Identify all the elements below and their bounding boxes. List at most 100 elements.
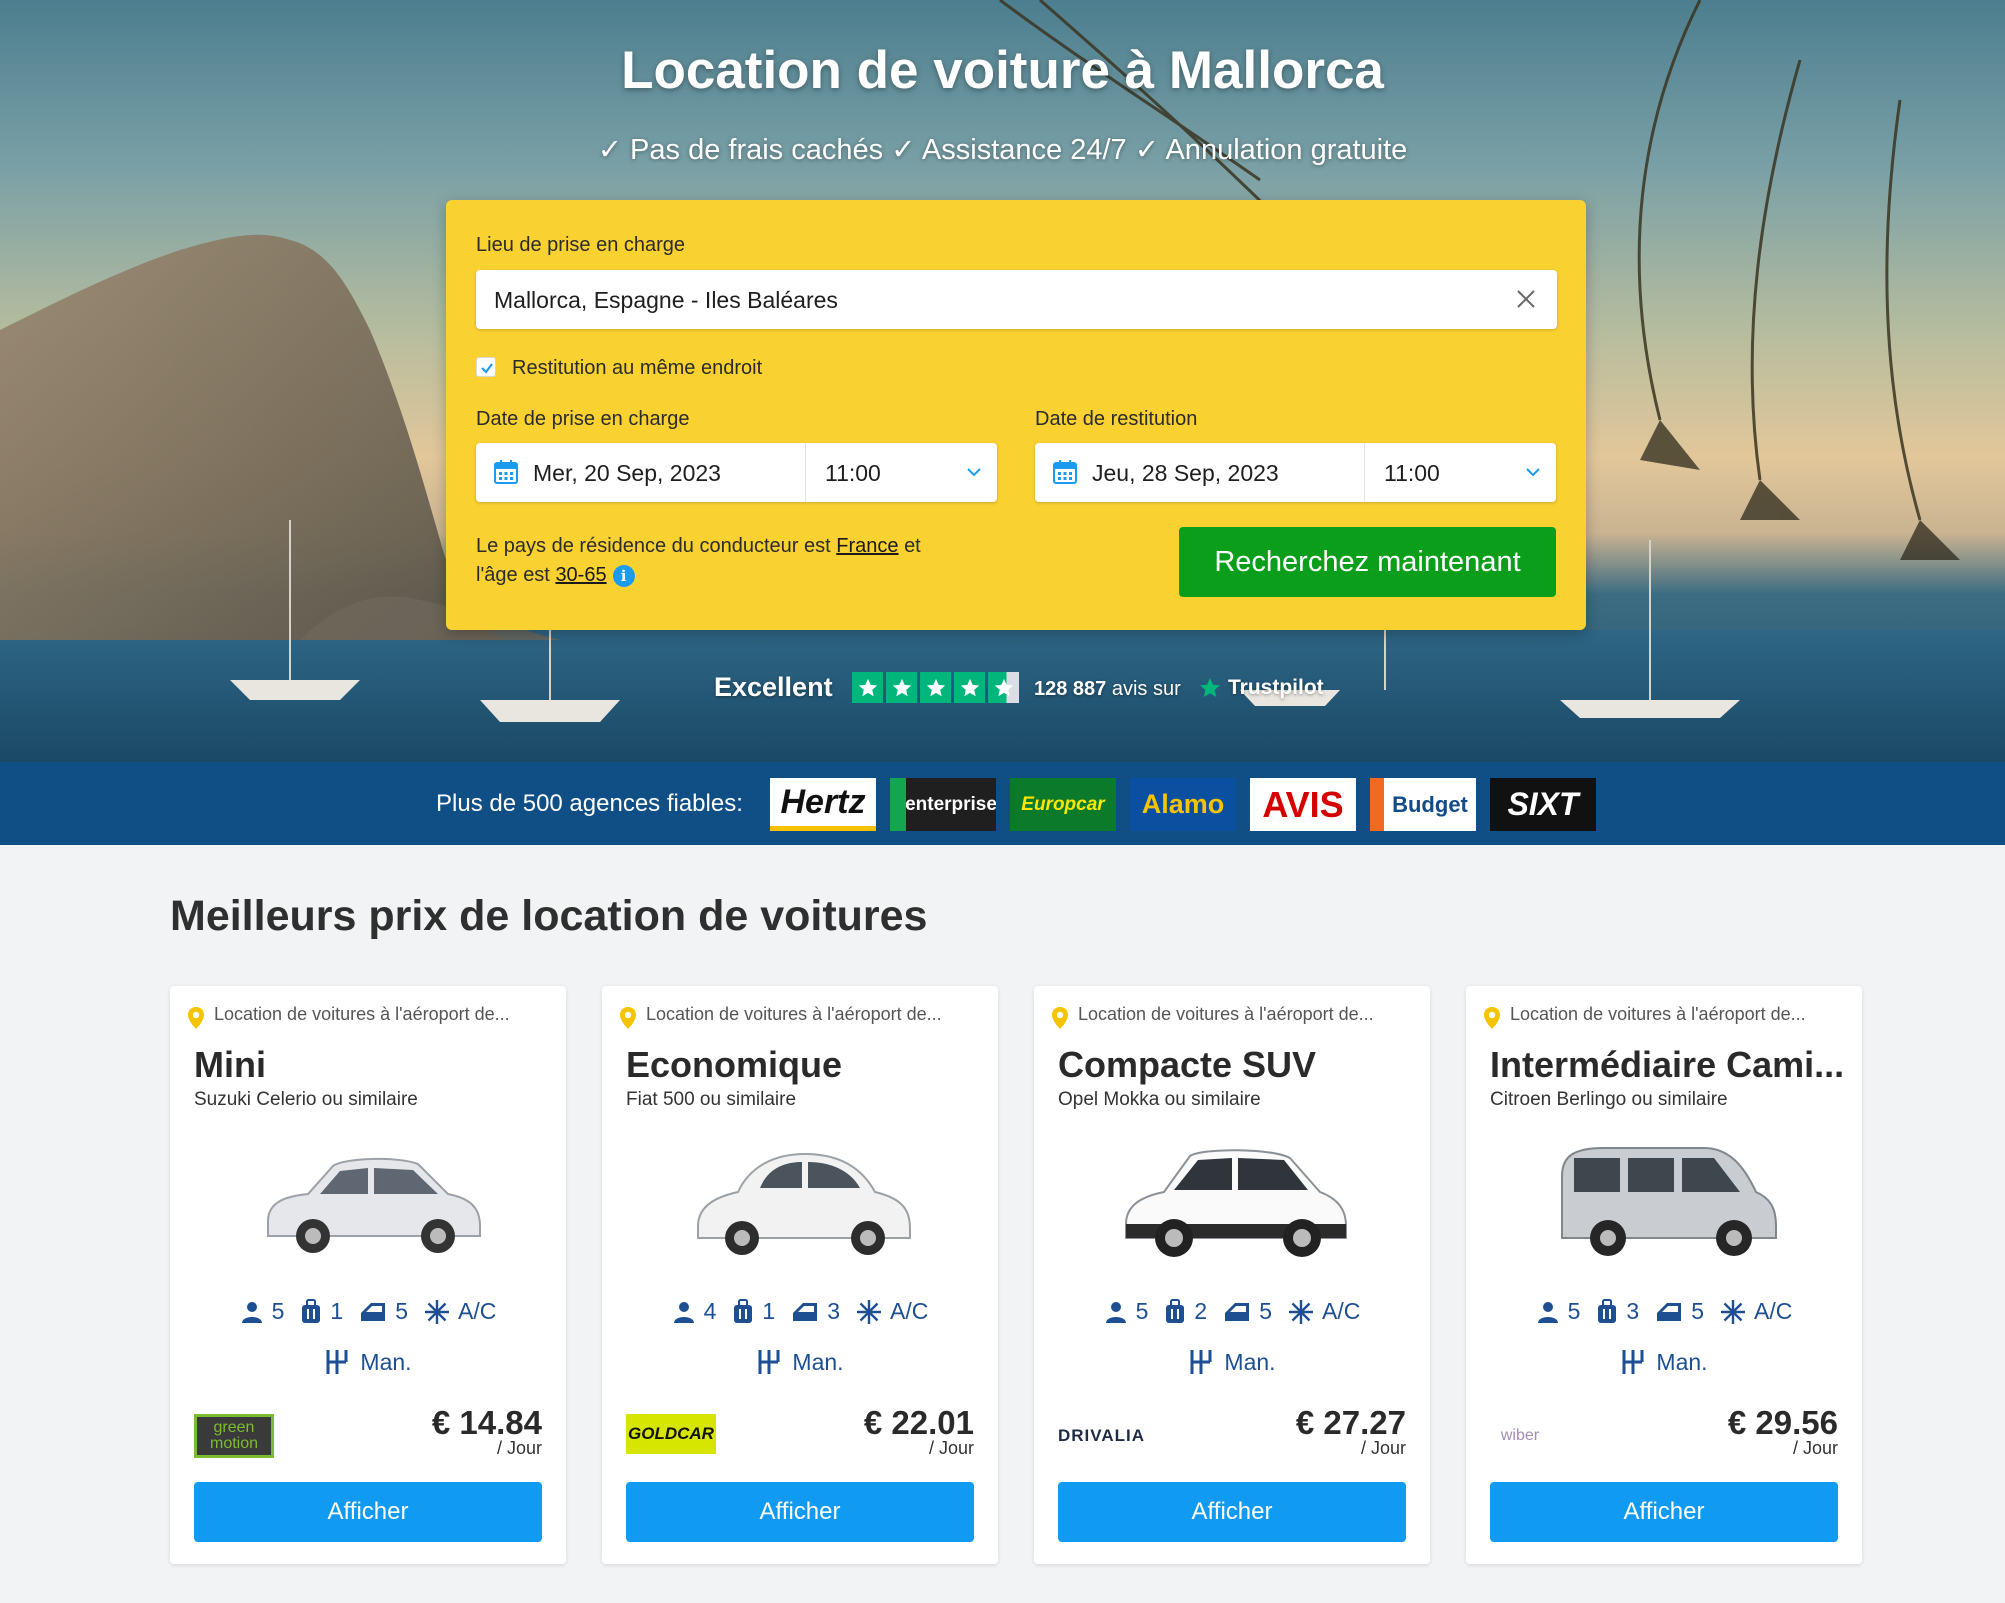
luggage-icon (1598, 1298, 1617, 1323)
car-specs: 5 1 5 A/C (170, 1298, 566, 1325)
ac-label: A/C (1322, 1298, 1361, 1324)
doors-count: 5 (395, 1298, 409, 1324)
trustpilot-star-icon (1200, 678, 1220, 697)
section-title: Meilleurs prix de location de voitures (170, 892, 928, 940)
age-text: l'âge est (476, 564, 550, 586)
chevron-down-icon[interactable] (1524, 463, 1542, 481)
info-icon[interactable]: i (612, 564, 635, 587)
rating-word: Excellent (714, 672, 833, 702)
luggage-icon (1166, 1298, 1185, 1323)
view-button[interactable]: Afficher (1490, 1482, 1838, 1542)
car-specs: 5 3 5 A/C (1466, 1298, 1862, 1325)
return-date-value: Jeu, 28 Sep, 2023 (1092, 460, 1279, 486)
bags-count: 2 (1194, 1298, 1208, 1324)
chevron-down-icon[interactable] (965, 463, 983, 481)
residence-country-link[interactable]: France (836, 535, 898, 557)
car-model: Suzuki Celerio ou similaire (194, 1089, 418, 1110)
person-icon (673, 1301, 694, 1323)
star-icon (920, 672, 951, 703)
view-button[interactable]: Afficher (194, 1482, 542, 1542)
card-location: Location de voitures à l'aéroport de... (1510, 1004, 1806, 1024)
sixt-logo: SIXT (1490, 778, 1596, 831)
view-button[interactable]: Afficher (626, 1482, 974, 1542)
ac-label: A/C (890, 1298, 929, 1324)
car-specs: 5 2 5 A/C (1034, 1298, 1430, 1325)
search-form: Lieu de prise en charge Mallorca, Espagn… (446, 200, 1586, 630)
location-pin-icon (620, 1007, 636, 1029)
location-pin-icon (188, 1007, 204, 1029)
same-return-label: Restitution au même endroit (512, 357, 763, 379)
pickup-time-value[interactable]: 11:00 (825, 460, 881, 487)
car-model: Citroen Berlingo ou similaire (1490, 1089, 1728, 1110)
clear-icon[interactable] (1513, 286, 1539, 312)
person-icon (241, 1301, 262, 1323)
bags-count: 1 (330, 1298, 344, 1324)
per-day: / Jour (1792, 1438, 1838, 1458)
person-icon (1537, 1301, 1558, 1323)
car-image (697, 1152, 911, 1255)
luggage-icon (734, 1298, 753, 1323)
hero-banner: Location de voiture à Mallorca ✓ Pas de … (0, 0, 2005, 762)
price: € 29.56 (1727, 1404, 1838, 1441)
view-button[interactable]: Afficher (1058, 1482, 1406, 1542)
snowflake-icon (1289, 1299, 1314, 1324)
pickup-location-label: Lieu de prise en charge (476, 234, 686, 256)
calendar-icon (1053, 460, 1077, 484)
location-pin-icon (1052, 1007, 1068, 1029)
supplier-logo: wiber (1500, 1427, 1540, 1444)
same-return-checkbox[interactable] (476, 357, 496, 377)
half-star-icon (988, 672, 1019, 703)
avis-logo: AVIS (1250, 778, 1356, 831)
reviews-on-text: avis sur (1111, 678, 1181, 700)
calendar-icon (494, 460, 518, 484)
car-category: Mini (194, 1044, 266, 1085)
price: € 14.84 (431, 1404, 542, 1441)
car-image (1125, 1149, 1347, 1257)
car-card-economique[interactable]: Location de voitures à l'aéroport de... … (602, 986, 998, 1564)
pickup-location-input[interactable]: Mallorca, Espagne - Iles Baléares (476, 270, 1557, 329)
return-date-field[interactable]: Jeu, 28 Sep, 2023 11:00 (1035, 443, 1556, 502)
pickup-date-value: Mer, 20 Sep, 2023 (533, 460, 721, 486)
residence-text: Le pays de résidence du conducteur est (476, 535, 831, 557)
hero-subtitle: ✓ Pas de frais cachés ✓ Assistance 24/7 … (597, 134, 1408, 166)
ac-label: A/C (1754, 1298, 1793, 1324)
divider (805, 443, 806, 502)
pickup-date-label: Date de prise en charge (476, 408, 690, 430)
car-card-mini[interactable]: Location de voitures à l'aéroport de... … (170, 986, 566, 1564)
car-image (267, 1157, 481, 1253)
door-icon (361, 1302, 386, 1321)
car-image (1561, 1147, 1777, 1256)
pickup-location-value: Mallorca, Espagne - Iles Baléares (494, 287, 838, 313)
transmission: Man. (170, 1348, 566, 1376)
driver-age-link[interactable]: 30-65 (555, 564, 606, 586)
supplier-logo: GOLDCAR (626, 1414, 716, 1454)
transmission: Man. (1466, 1348, 1862, 1376)
car-card-intermediaire[interactable]: Location de voitures à l'aéroport de... … (1466, 986, 1862, 1564)
supplier-logo: green motion (194, 1414, 274, 1458)
gearshift-icon (1190, 1350, 1212, 1374)
card-location: Location de voitures à l'aéroport de... (646, 1004, 942, 1024)
page-title: Location de voiture à Mallorca (621, 41, 1384, 100)
europcar-logo: Europcar (1010, 778, 1116, 831)
search-button[interactable]: Recherchez maintenant (1179, 527, 1556, 597)
pickup-date-field[interactable]: Mer, 20 Sep, 2023 11:00 (476, 443, 997, 502)
per-day: / Jour (928, 1438, 974, 1458)
location-pin-icon (1484, 1007, 1500, 1029)
car-card-compacte-suv[interactable]: Location de voitures à l'aéroport de... … (1034, 986, 1430, 1564)
transmission-label: Man. (1656, 1348, 1708, 1375)
residence-text: et (904, 535, 921, 557)
car-specs: 4 1 3 A/C (602, 1298, 998, 1325)
return-time-value[interactable]: 11:00 (1384, 460, 1440, 487)
person-icon (1105, 1301, 1126, 1323)
door-icon (1657, 1302, 1682, 1321)
transmission: Man. (602, 1348, 998, 1376)
car-category: Economique (626, 1044, 843, 1085)
enterprise-logo: enterprise (890, 778, 996, 831)
door-icon (1225, 1302, 1250, 1321)
doors-count: 5 (1691, 1298, 1705, 1324)
transmission-label: Man. (792, 1348, 844, 1375)
star-icon (886, 672, 917, 703)
car-category: Compacte SUV (1058, 1044, 1317, 1085)
price: € 22.01 (863, 1404, 974, 1441)
gearshift-icon (1622, 1350, 1644, 1374)
